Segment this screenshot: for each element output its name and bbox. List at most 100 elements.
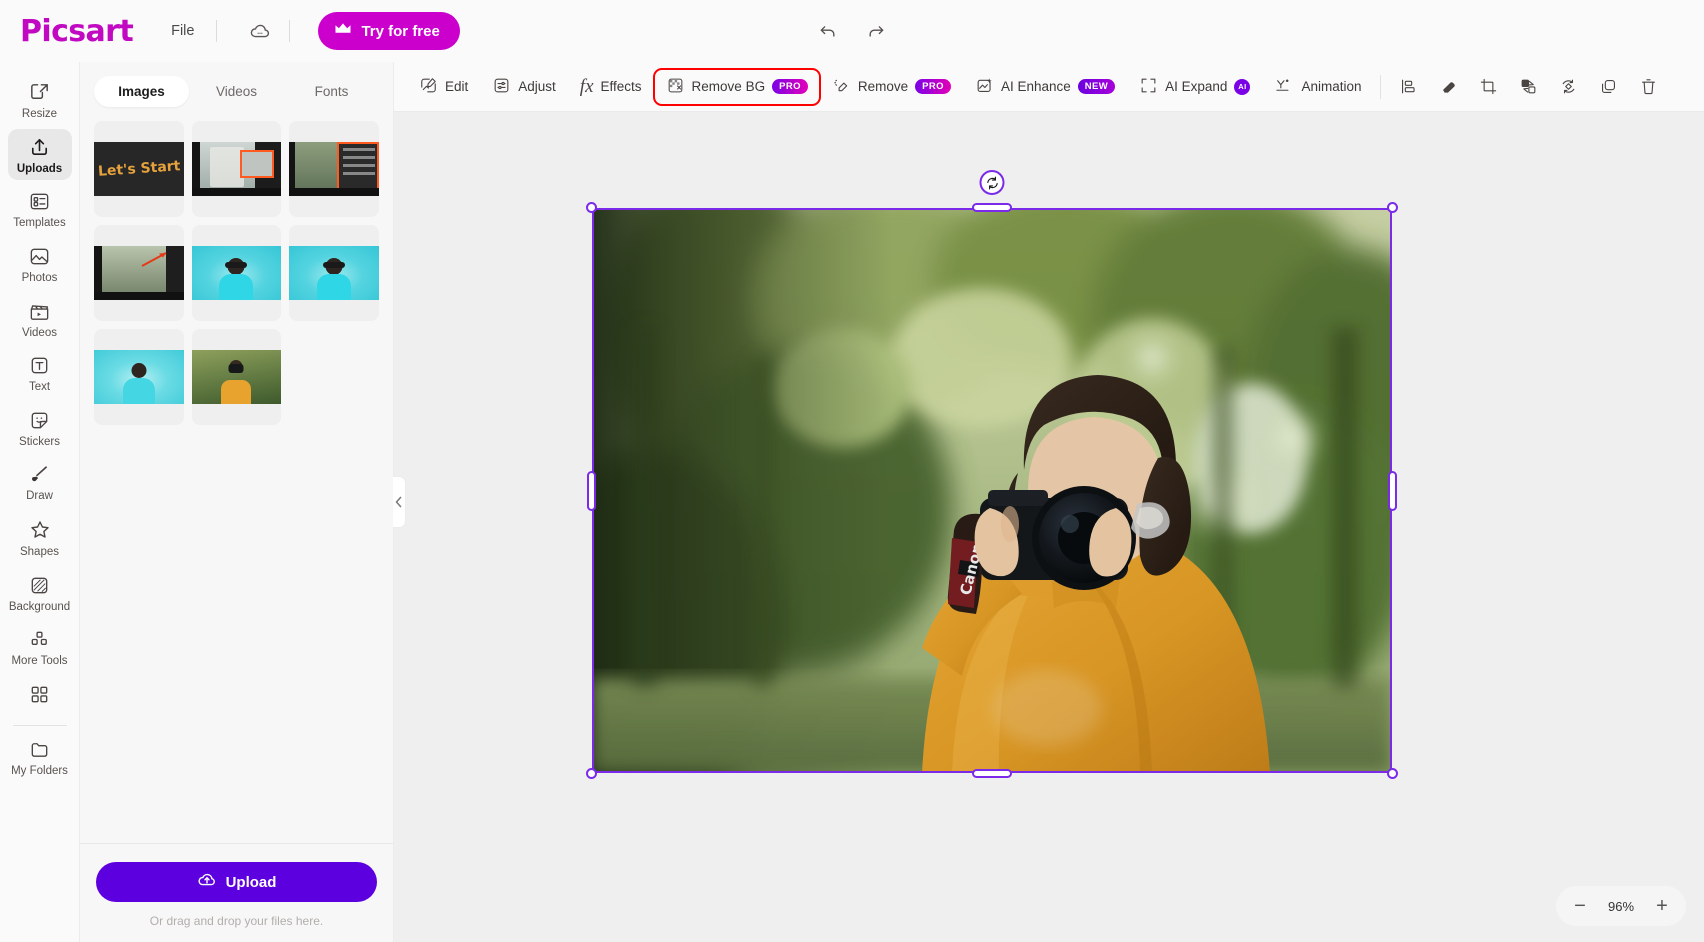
flip-button[interactable]	[1509, 70, 1547, 104]
sidebar-item-shapes[interactable]: Shapes	[8, 511, 72, 564]
ai-badge: AI	[1234, 78, 1251, 95]
align-button[interactable]	[1389, 70, 1427, 104]
sidebar-item-more-tools[interactable]: More Tools	[8, 621, 72, 673]
sidebar-divider	[12, 725, 67, 727]
resize-handle-top-right[interactable]	[1387, 202, 1398, 213]
thumbnail-cyan-portrait-2[interactable]	[289, 225, 379, 321]
tool-remove-bg[interactable]: Remove BG PRO	[652, 67, 821, 106]
thumbnail-screenshot-light[interactable]	[191, 121, 282, 217]
sidebar-item-label: Draw	[26, 490, 53, 503]
try-for-free-button[interactable]: Try for free	[318, 12, 460, 50]
remove-bg-icon	[666, 76, 685, 98]
delete-button[interactable]	[1629, 70, 1667, 104]
tab-videos[interactable]: Videos	[189, 76, 284, 107]
sidebar-item-draw[interactable]: Draw	[8, 456, 72, 508]
left-sidebar: Resize Uploads Templates Photos Videos T…	[0, 62, 80, 942]
thumbnail-cyan-portrait-3[interactable]	[94, 329, 184, 425]
tool-label: AI Enhance	[1000, 79, 1071, 94]
resize-handle-bottom-left[interactable]	[586, 768, 597, 779]
sidebar-item-label: Templates	[13, 217, 66, 230]
pro-badge: PRO	[772, 79, 808, 94]
resize-handle-right[interactable]	[1388, 470, 1397, 511]
thumbnail-photographer[interactable]	[191, 329, 282, 425]
pro-badge: PRO	[915, 79, 951, 94]
undo-arrow-icon[interactable]	[811, 14, 845, 48]
tool-ai-expand[interactable]: AI Expand AI	[1128, 70, 1261, 104]
resize-handle-left[interactable]	[587, 470, 596, 511]
sidebar-item-uploads[interactable]: Uploads	[7, 128, 72, 181]
toolbar-divider	[1380, 74, 1382, 99]
drag-drop-hint: Or drag and drop your files here.	[149, 914, 324, 928]
adjust-sliders-icon	[492, 76, 511, 98]
sidebar-item-label: Shapes	[19, 546, 59, 559]
sidebar-item-label: My Folders	[11, 765, 68, 778]
tool-animation[interactable]: Animation	[1263, 70, 1372, 104]
crop-button[interactable]	[1469, 70, 1507, 104]
sidebar-item-my-folders[interactable]: My Folders	[8, 731, 72, 783]
panel-tabs: Images Videos Fonts	[80, 62, 393, 117]
zoom-level-value: 96%	[1607, 898, 1635, 914]
tool-label: Edit	[445, 79, 469, 94]
expand-arrows-icon	[1139, 76, 1158, 98]
eraser-wand-icon	[832, 76, 851, 98]
sidebar-item-background[interactable]: Background	[8, 567, 72, 619]
sidebar-item-templates[interactable]: Templates	[8, 183, 72, 235]
file-menu[interactable]: File	[163, 17, 202, 45]
tool-label: Effects	[600, 79, 642, 94]
zoom-control: − 96% +	[1556, 886, 1686, 926]
thumbnail-caption: Let's Start	[97, 158, 181, 180]
uploads-thumbnail-list: Let's Start	[80, 117, 393, 843]
sidebar-item-label: Photos	[21, 271, 58, 284]
divider	[289, 20, 291, 42]
thumbnail-screenshot-menu[interactable]	[289, 121, 379, 217]
animation-icon	[1274, 76, 1294, 98]
resize-handle-bottom-right[interactable]	[1387, 768, 1398, 779]
top-bar: Picsart File Try for free	[0, 0, 1704, 62]
resize-handle-bottom[interactable]	[972, 769, 1012, 778]
upload-button[interactable]: Upload	[96, 862, 377, 902]
sidebar-item-resize[interactable]: Resize	[8, 74, 72, 126]
canvas-area[interactable]: Canon − 96% +	[394, 112, 1704, 942]
rotate-handle-icon[interactable]	[979, 170, 1005, 195]
thumbnail-grid: Let's Start	[94, 121, 379, 425]
main-area: Edit Adjust fx Effects Remove BG PRO Rem…	[394, 62, 1704, 942]
rotate-button[interactable]	[1549, 70, 1587, 104]
duplicate-button[interactable]	[1589, 70, 1627, 104]
thumbnail-cyan-portrait-1[interactable]	[191, 225, 282, 321]
tool-ai-enhance[interactable]: AI Enhance NEW	[964, 70, 1126, 104]
sidebar-item-text[interactable]: Text	[8, 347, 72, 399]
upload-button-label: Upload	[225, 873, 277, 891]
sidebar-item-stickers[interactable]: Stickers	[8, 402, 72, 454]
sidebar-item-label: Uploads	[16, 162, 63, 175]
sidebar-item-photos[interactable]: Photos	[8, 238, 72, 290]
thumbnail-screenshot-arrow[interactable]	[94, 225, 184, 321]
resize-handle-top-left[interactable]	[586, 202, 597, 213]
tab-fonts[interactable]: Fonts	[284, 76, 379, 107]
tool-label: Remove BG	[691, 79, 766, 94]
crown-icon	[334, 22, 352, 40]
tool-adjust[interactable]: Adjust	[481, 70, 567, 104]
cloud-saved-icon[interactable]	[245, 16, 275, 46]
thumbnail-lets-start[interactable]: Let's Start	[94, 121, 184, 217]
sidebar-item-videos[interactable]: Videos	[8, 293, 72, 345]
redo-arrow-icon[interactable]	[859, 14, 893, 48]
edit-image-icon	[419, 76, 438, 98]
zoom-in-button[interactable]: +	[1646, 890, 1678, 922]
sidebar-item-label: Text	[28, 381, 51, 394]
sidebar-item-label: Stickers	[19, 435, 60, 448]
tool-edit[interactable]: Edit	[408, 70, 479, 104]
selection-outline	[592, 208, 1392, 773]
selected-image-object[interactable]: Canon	[586, 170, 1398, 779]
sidebar-item-label: Videos	[22, 326, 57, 339]
tab-images[interactable]: Images	[94, 76, 189, 107]
panel-collapse-button[interactable]	[393, 476, 406, 528]
picsart-editor: Picsart File Try for free Resize Uploads…	[0, 0, 1704, 942]
zoom-out-button[interactable]: −	[1564, 890, 1596, 922]
tool-effects[interactable]: fx Effects	[569, 70, 653, 104]
resize-handle-top[interactable]	[972, 203, 1012, 212]
tool-label: Remove	[857, 79, 909, 94]
eraser-button[interactable]	[1429, 70, 1467, 104]
tool-remove[interactable]: Remove PRO	[821, 70, 962, 104]
sidebar-item-apps-grid[interactable]	[8, 676, 72, 715]
picsart-logo[interactable]: Picsart	[20, 14, 134, 49]
